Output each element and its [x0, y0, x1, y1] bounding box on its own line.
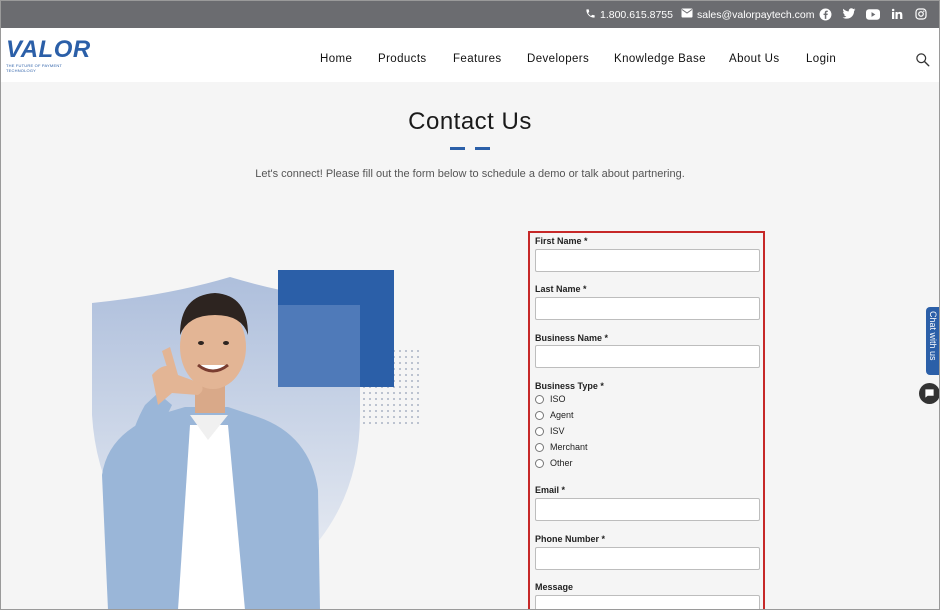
chat-bubble-icon[interactable] [919, 383, 940, 404]
radio-button[interactable] [535, 410, 544, 420]
nav-products[interactable]: Products [378, 53, 427, 65]
hero-illustration [80, 265, 430, 610]
nav-developers[interactable]: Developers [527, 53, 589, 65]
nav-about-us[interactable]: About Us [729, 53, 780, 65]
nav-login[interactable]: Login [806, 53, 836, 65]
title-divider [450, 147, 490, 150]
contact-form: First Name * Last Name * Business Name *… [528, 231, 765, 610]
nav-knowledge-base[interactable]: Knowledge Base [614, 53, 706, 65]
business-type-label: Business Type * [535, 381, 604, 391]
phone-icon [585, 8, 596, 22]
twitter-icon[interactable] [842, 7, 856, 21]
last-name-label: Last Name * [535, 284, 587, 294]
business-name-input[interactable] [535, 345, 760, 368]
page-title: Contact Us [408, 108, 532, 135]
search-icon[interactable] [915, 52, 931, 68]
phone-number-label: Phone Number * [535, 534, 606, 544]
chat-tab-label: Chat with us [928, 311, 938, 361]
radio-agent[interactable]: Agent [535, 410, 574, 420]
radio-iso[interactable]: ISO [535, 394, 566, 404]
radio-label: ISV [550, 426, 565, 436]
message-textarea[interactable] [535, 595, 760, 610]
radio-label: Agent [550, 410, 574, 420]
intro-text: Let's connect! Please fill out the form … [255, 168, 685, 180]
instagram-icon[interactable] [914, 7, 928, 21]
radio-label: Merchant [550, 442, 588, 452]
radio-button[interactable] [535, 394, 544, 404]
last-name-input[interactable] [535, 297, 760, 320]
mail-icon [681, 8, 693, 21]
nav-home[interactable]: Home [320, 53, 352, 65]
radio-other[interactable]: Other [535, 458, 573, 468]
business-name-label: Business Name * [535, 333, 609, 343]
facebook-icon[interactable] [818, 7, 832, 21]
radio-isv[interactable]: ISV [535, 426, 565, 436]
email-address: sales@valorpaytech.com [697, 8, 815, 21]
phone-number: 1.800.615.8755 [600, 9, 673, 21]
email-link[interactable]: sales@valorpaytech.com [681, 8, 814, 21]
email-label: Email * [535, 485, 566, 495]
site-header: VALOR THE FUTURE OF PAYMENT TECHNOLOGY H… [0, 28, 940, 82]
social-links [818, 7, 928, 21]
radio-button[interactable] [535, 442, 544, 452]
email-input[interactable] [535, 498, 760, 521]
chat-with-us-tab[interactable]: Chat with us [926, 307, 940, 375]
phone-number-input[interactable] [535, 547, 760, 570]
radio-label: Other [550, 458, 573, 468]
radio-button[interactable] [535, 426, 544, 436]
phone-link[interactable]: 1.800.615.8755 [585, 8, 673, 22]
nav-features[interactable]: Features [453, 53, 502, 65]
top-bar: 1.800.615.8755 sales@valorpaytech.com [0, 0, 940, 28]
logo-tagline: THE FUTURE OF PAYMENT TECHNOLOGY [6, 63, 62, 73]
linkedin-icon[interactable] [890, 7, 904, 21]
youtube-icon[interactable] [866, 7, 880, 21]
valor-logo[interactable]: VALOR THE FUTURE OF PAYMENT TECHNOLOGY [6, 36, 91, 74]
logo-wordmark: VALOR [6, 36, 91, 63]
message-label: Message [535, 582, 574, 592]
radio-label: ISO [550, 394, 566, 404]
first-name-input[interactable] [535, 249, 760, 272]
radio-merchant[interactable]: Merchant [535, 442, 588, 452]
radio-button[interactable] [535, 458, 544, 468]
first-name-label: First Name * [535, 236, 588, 246]
